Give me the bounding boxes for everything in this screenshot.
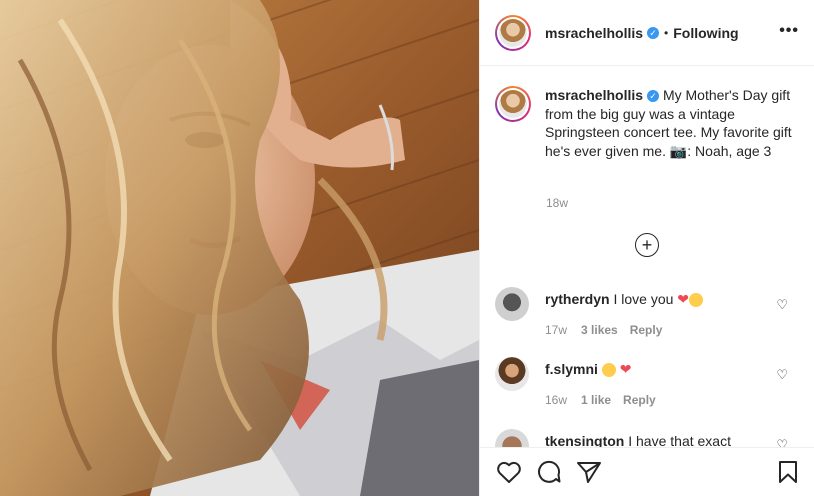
caption: msrachelhollis ✓ My Mother's Day gift fro… [495, 86, 795, 160]
following-button[interactable]: Following [673, 25, 738, 41]
heart-icon[interactable] [496, 460, 522, 484]
more-options-button[interactable]: ••• [779, 22, 799, 40]
caption-text: msrachelhollis ✓ My Mother's Day gift fro… [545, 86, 795, 160]
comment-time[interactable]: 17w [545, 323, 567, 337]
post-view: msrachelhollis ✓ • Following ••• msrache… [0, 0, 814, 496]
comment-time[interactable]: 16w [545, 393, 567, 407]
red-heart-emoji: ❤ [619, 361, 632, 377]
caption-avatar[interactable] [495, 86, 531, 122]
comment-avatar[interactable] [495, 287, 529, 321]
comment-text: I love you [613, 291, 674, 307]
post-photo[interactable] [0, 0, 479, 496]
comment: rytherdyn I love you ❤ 17w 3 likes Reply ♡ [495, 287, 800, 339]
red-heart-emoji: ❤ [677, 291, 690, 307]
header-username[interactable]: msrachelhollis [545, 25, 643, 41]
caption-timestamp[interactable]: 18w [546, 196, 568, 210]
caption-username[interactable]: msrachelhollis [545, 87, 643, 103]
bookmark-icon[interactable] [776, 460, 800, 484]
comment: tkensington I have that exact ♡ [495, 429, 800, 447]
post-header: msrachelhollis ✓ • Following ••• [480, 0, 814, 66]
post-actions-bar [480, 447, 814, 496]
comment-text: I have that exact [628, 433, 731, 447]
comment-like-heart-icon[interactable]: ♡ [776, 367, 788, 383]
reply-button[interactable]: Reply [630, 323, 663, 337]
comments-scroll-area[interactable]: msrachelhollis ✓ My Mother's Day gift fro… [480, 67, 814, 447]
comment-likes[interactable]: 3 likes [581, 323, 618, 337]
comment-username[interactable]: f.slymni [545, 361, 598, 377]
comment-likes[interactable]: 1 like [581, 393, 611, 407]
verified-badge-icon: ✓ [647, 90, 660, 103]
comment-like-heart-icon[interactable]: ♡ [776, 297, 788, 313]
comment-avatar[interactable] [495, 429, 529, 447]
avatar[interactable] [495, 14, 531, 51]
verified-badge-icon: ✓ [647, 26, 660, 39]
comment: f.slymni ❤ 16w 1 like Reply ♡ [495, 357, 800, 409]
comment-username[interactable]: rytherdyn [545, 291, 610, 307]
comment-icon[interactable] [536, 460, 562, 484]
post-image [0, 0, 479, 496]
reply-button[interactable]: Reply [623, 393, 656, 407]
post-side-panel: msrachelhollis ✓ • Following ••• msrache… [479, 0, 814, 496]
comment-username[interactable]: tkensington [545, 433, 624, 447]
comment-avatar[interactable] [495, 357, 529, 391]
star-struck-emoji [601, 363, 616, 378]
kiss-face-emoji [689, 293, 704, 308]
paper-plane-icon[interactable] [576, 460, 602, 484]
comment-like-heart-icon[interactable]: ♡ [776, 437, 788, 447]
load-more-comments-button[interactable]: + [635, 233, 659, 257]
separator: • [664, 25, 669, 40]
